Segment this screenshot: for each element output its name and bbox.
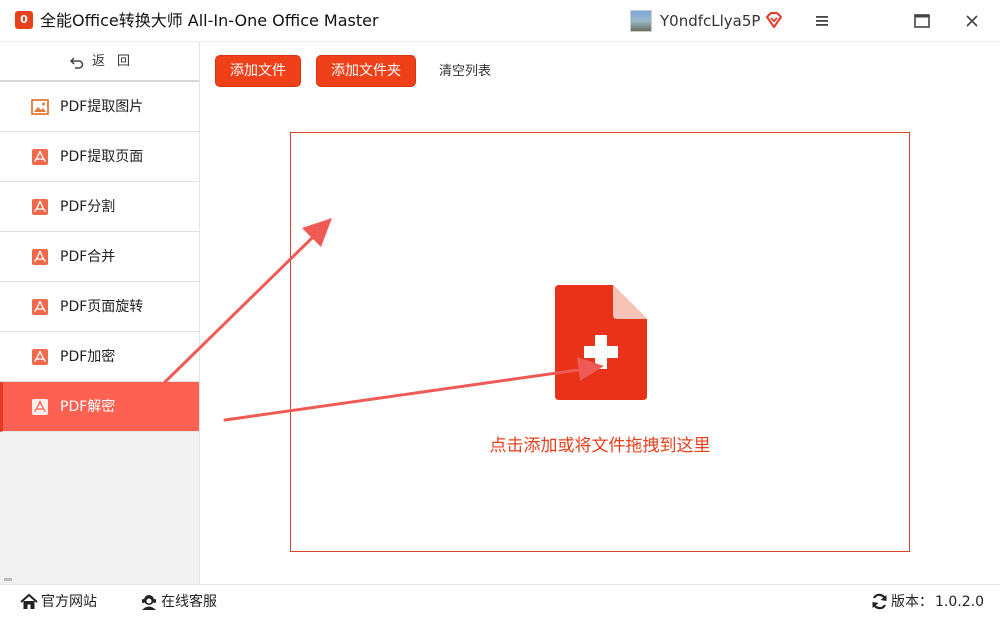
sidebar-item-pdf-split[interactable]: PDF分割 bbox=[0, 182, 199, 232]
customer-service-icon bbox=[142, 595, 156, 610]
app-window: 0 全能Office转换大师 All-In-One Office Master … bbox=[0, 0, 1000, 617]
status-bar: 官方网站 在线客服 版本： 1.0.2.0 bbox=[0, 584, 1000, 617]
pdf-icon bbox=[32, 399, 48, 415]
sidebar: 返回 PDF提取图片 PDF提取页面 PDF分割 PDF合并 PDF页面旋转 P… bbox=[0, 42, 200, 584]
app-title: 全能Office转换大师 All-In-One Office Master bbox=[40, 11, 379, 30]
back-label: 返回 bbox=[92, 54, 143, 69]
sidebar-item-pdf-decrypt[interactable]: PDF解密 bbox=[0, 382, 199, 432]
add-folder-button[interactable]: 添加文件夹 bbox=[316, 55, 416, 87]
close-icon[interactable] bbox=[960, 9, 984, 33]
add-file-button[interactable]: 添加文件 bbox=[215, 55, 301, 87]
sidebar-item-pdf-encrypt[interactable]: PDF加密 bbox=[0, 332, 199, 382]
clear-list-button[interactable]: 清空列表 bbox=[439, 63, 491, 81]
add-file-icon[interactable] bbox=[555, 285, 647, 400]
undo-arrow-icon bbox=[69, 57, 84, 69]
pdf-icon bbox=[32, 249, 48, 265]
sidebar-item-pdf-rotate-pages[interactable]: PDF页面旋转 bbox=[0, 282, 199, 332]
pdf-icon bbox=[32, 299, 48, 315]
sidebar-item-pdf-merge[interactable]: PDF合并 bbox=[0, 232, 199, 282]
sidebar-resize-handle[interactable] bbox=[4, 578, 12, 581]
sidebar-item-label: PDF加密 bbox=[60, 349, 116, 365]
drop-hint-text: 点击添加或将文件拖拽到这里 bbox=[489, 436, 711, 456]
sidebar-item-label: PDF分割 bbox=[60, 199, 116, 215]
app-logo-icon: 0 bbox=[15, 11, 33, 29]
maximize-icon[interactable] bbox=[910, 9, 934, 33]
home-icon bbox=[20, 593, 38, 609]
pdf-icon bbox=[32, 199, 48, 215]
online-service-label: 在线客服 bbox=[161, 594, 217, 610]
sidebar-item-pdf-extract-pages[interactable]: PDF提取页面 bbox=[0, 132, 199, 182]
back-button[interactable]: 返回 bbox=[0, 42, 199, 82]
sidebar-item-label: PDF解密 bbox=[60, 399, 116, 415]
pdf-icon bbox=[32, 149, 48, 165]
official-site-link[interactable]: 官方网站 bbox=[20, 592, 110, 612]
sidebar-item-label: PDF页面旋转 bbox=[60, 299, 144, 315]
image-icon bbox=[31, 99, 49, 115]
version-info[interactable]: 版本： 1.0.2.0 bbox=[871, 592, 991, 612]
sidebar-item-label: PDF提取页面 bbox=[60, 149, 144, 165]
sidebar-item-label: PDF合并 bbox=[60, 249, 116, 265]
avatar[interactable] bbox=[630, 10, 652, 32]
pdf-icon bbox=[32, 349, 48, 365]
sidebar-item-label: PDF提取图片 bbox=[60, 99, 144, 115]
vip-diamond-icon[interactable] bbox=[764, 10, 784, 30]
version-number: 1.0.2.0 bbox=[935, 594, 984, 610]
user-name[interactable]: Y0ndfcLlya5P bbox=[660, 11, 760, 31]
sidebar-item-pdf-extract-images[interactable]: PDF提取图片 bbox=[0, 82, 199, 132]
official-site-label: 官方网站 bbox=[41, 594, 97, 610]
version-label: 版本： bbox=[891, 594, 933, 610]
file-drop-zone[interactable]: 点击添加或将文件拖拽到这里 bbox=[290, 132, 910, 552]
online-service-link[interactable]: 在线客服 bbox=[140, 592, 230, 612]
menu-icon[interactable] bbox=[810, 9, 834, 33]
title-bar: 0 全能Office转换大师 All-In-One Office Master … bbox=[0, 0, 1000, 42]
refresh-icon bbox=[872, 593, 887, 610]
